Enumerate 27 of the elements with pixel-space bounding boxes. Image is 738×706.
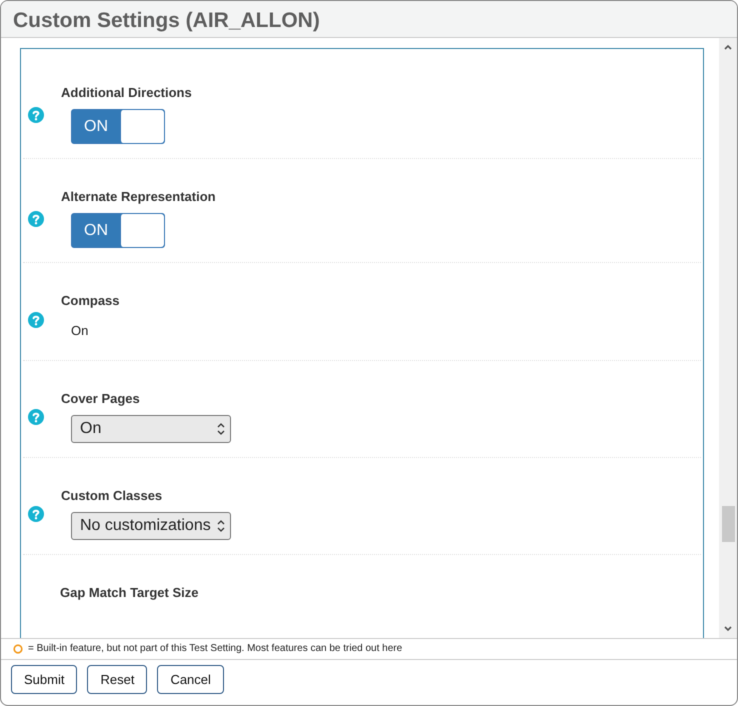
dropdown[interactable]: On (71, 415, 231, 443)
setting-label: Custom Classes (61, 488, 162, 503)
legend-text: = Built-in feature, but not part of this Test Setting. Most features can be tried out here (28, 643, 402, 654)
help-icon[interactable] (28, 506, 44, 522)
scroll-down-icon[interactable] (723, 624, 733, 634)
toggle-switch[interactable]: ON (71, 109, 165, 144)
setting-label: Alternate Representation (61, 189, 216, 204)
ring-icon (13, 644, 23, 654)
setting-label: Additional Directions (61, 85, 192, 100)
setting-label: Gap Match Target Size (60, 585, 198, 600)
dialog-button[interactable]: Submit (11, 665, 78, 694)
help-icon[interactable] (28, 312, 44, 328)
setting-value: On (71, 323, 88, 338)
dialog-button[interactable]: Cancel (157, 665, 224, 694)
help-icon[interactable] (28, 409, 44, 425)
scroll-up-icon[interactable] (723, 42, 733, 52)
setting-label: Compass (61, 293, 120, 308)
help-icon[interactable] (28, 210, 44, 226)
toggle-switch[interactable]: ON (71, 213, 165, 248)
dropdown[interactable]: No customizations (71, 512, 231, 540)
window-title: Custom Settings (AIR_ALLON) (1, 1, 737, 38)
dialog-button[interactable]: Reset (87, 665, 148, 694)
updown-icon (216, 421, 226, 437)
updown-icon (216, 518, 226, 534)
help-icon[interactable] (28, 106, 44, 122)
scroll-thumb[interactable] (722, 506, 735, 542)
setting-label: Cover Pages (61, 391, 140, 406)
